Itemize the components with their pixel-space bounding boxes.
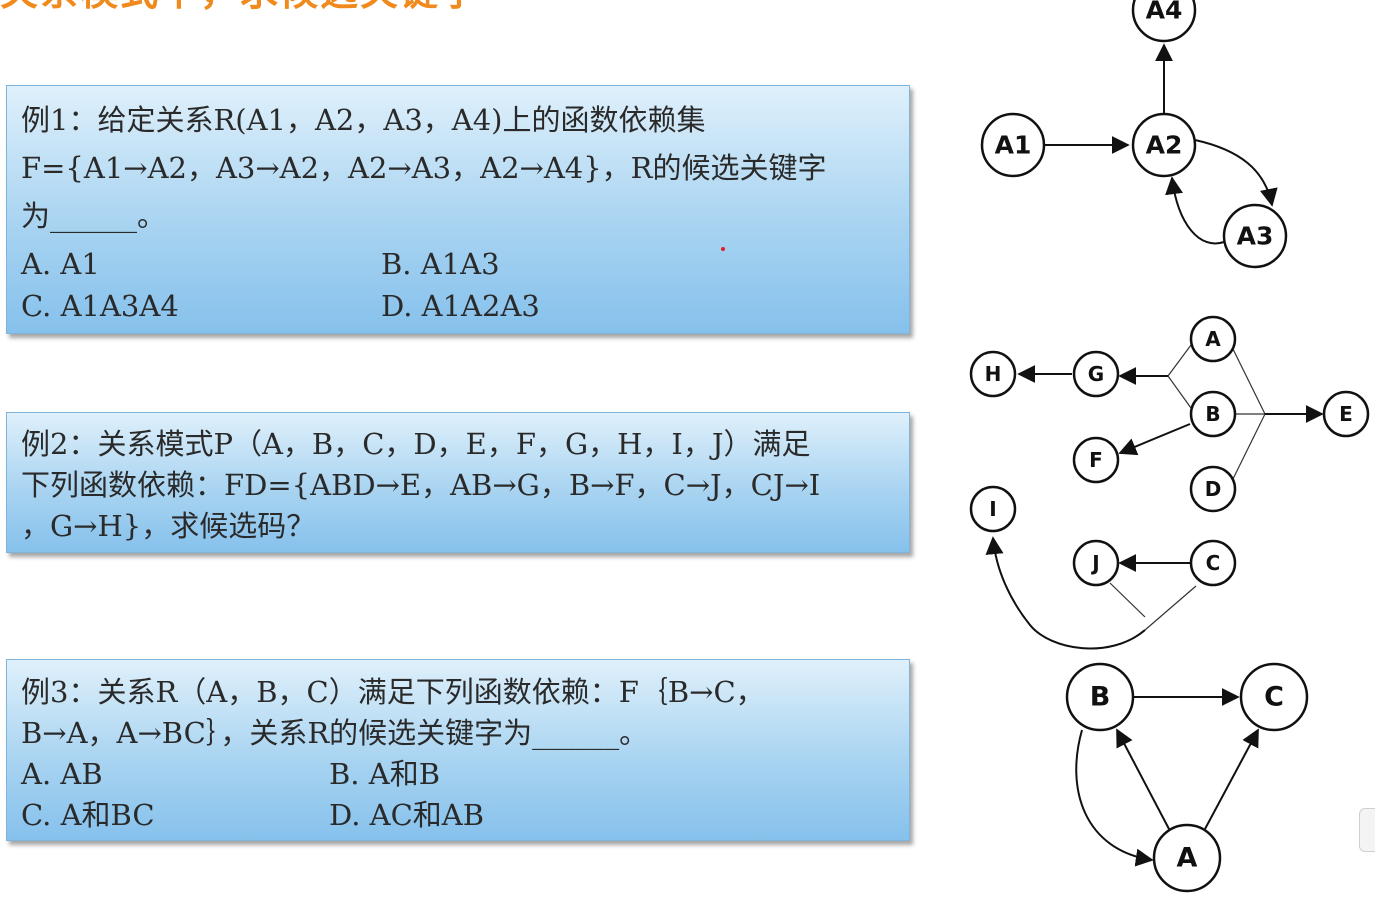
graph-2-node-c: C [1189,539,1237,587]
edge-ab-join-a [1167,344,1192,377]
edge-cj-join-c [1144,585,1197,631]
svg-text:D: D [1205,477,1222,501]
example-1-line-3: 为______。 [21,199,167,233]
svg-text:A1: A1 [995,131,1032,160]
edge-b-f [1118,423,1191,456]
graph-2-node-a: A [1189,315,1237,363]
example-1-option-a: A. A1 [21,247,100,281]
example-2-box: 例2：关系模式P（A，B，C，D，E，F，G，H，I，J）满足 下列函数依赖：F… [6,412,910,553]
example-3-box: 例3：关系R（A，B，C）满足下列函数依赖：F｛B→C， B→A，A→BC｝，关… [6,659,910,841]
svg-text:F: F [1089,448,1103,472]
svg-text:A4: A4 [1146,0,1183,25]
svg-text:A: A [1205,327,1221,351]
edge-abd-join-d [1230,413,1266,484]
svg-text:I: I [989,497,996,521]
svg-text:A: A [1177,843,1198,874]
graph-1-node-a2: A2 [1131,112,1197,178]
example-1-box: 例1：给定关系R(A1，A2，A3，A4)上的函数依赖集 F={A1→A2，A3… [6,85,910,334]
example-1-option-b: B. A1A3 [381,247,500,281]
edge-b-a [1075,729,1154,867]
example-1-line-2: F={A1→A2，A3→A2，A2→A3，A2→A4}，R的候选关键字 [21,151,827,185]
graph-2-node-g: G [1072,350,1120,398]
svg-text:J: J [1090,551,1099,575]
example-1-option-c: C. A1A3A4 [21,289,179,323]
example-3-option-c: C. A和BC [21,798,155,832]
edge-cj-i [985,536,1146,650]
svg-text:C: C [1206,551,1221,575]
graph-3-node-c: C [1239,662,1309,732]
graph-3-node-b: B [1065,662,1135,732]
graph-3-node-a: A [1152,823,1222,893]
svg-text:C: C [1264,682,1284,713]
svg-text:E: E [1339,402,1353,426]
svg-text:H: H [985,362,1002,386]
edge-a3-a2 [1165,176,1225,245]
example-1-option-d: D. A1A2A3 [381,289,540,323]
graph-2-node-i: I [969,485,1017,533]
edge-a-b [1116,728,1170,830]
graph-1-node-a1: A1 [980,112,1046,178]
svg-text:B: B [1090,682,1111,713]
edge-cj-join-j [1109,582,1146,618]
graph-2-node-e: E [1322,390,1370,438]
svg-text:B: B [1205,402,1220,426]
svg-text:G: G [1088,362,1104,386]
edge-a2-a3 [1194,139,1278,207]
graph-2-node-d: D [1189,465,1237,513]
graph-2-node-h: H [969,350,1017,398]
graph-1-node-a4: A4 [1131,0,1197,43]
example-2-line-3: ，G→H}，求候选码？ [21,509,316,543]
graph-1-node-a3: A3 [1222,203,1288,269]
graph-2-node-j: J [1072,539,1120,587]
graph-2-edges [985,344,1324,650]
side-panel-tab[interactable] [1359,808,1375,852]
edge-abd-join-a [1230,344,1266,415]
page-title: 关系模式中，求候选关键字 [0,0,640,12]
svg-text:A2: A2 [1146,131,1183,160]
svg-text:A3: A3 [1237,222,1274,251]
example-3-option-d: D. AC和AB [329,798,485,832]
edge-a-c [1204,728,1259,830]
graph-2-node-b: B [1189,390,1237,438]
graph-2-node-f: F [1072,436,1120,484]
edge-ab-join-b [1167,375,1192,409]
cursor-dot [721,247,725,251]
example-1-line-1: 例1：给定关系R(A1，A2，A3，A4)上的函数依赖集 [21,103,706,137]
dependency-graphs: A4 A1 A2 A3 A H G B E F D I J C B C A [969,0,1370,893]
